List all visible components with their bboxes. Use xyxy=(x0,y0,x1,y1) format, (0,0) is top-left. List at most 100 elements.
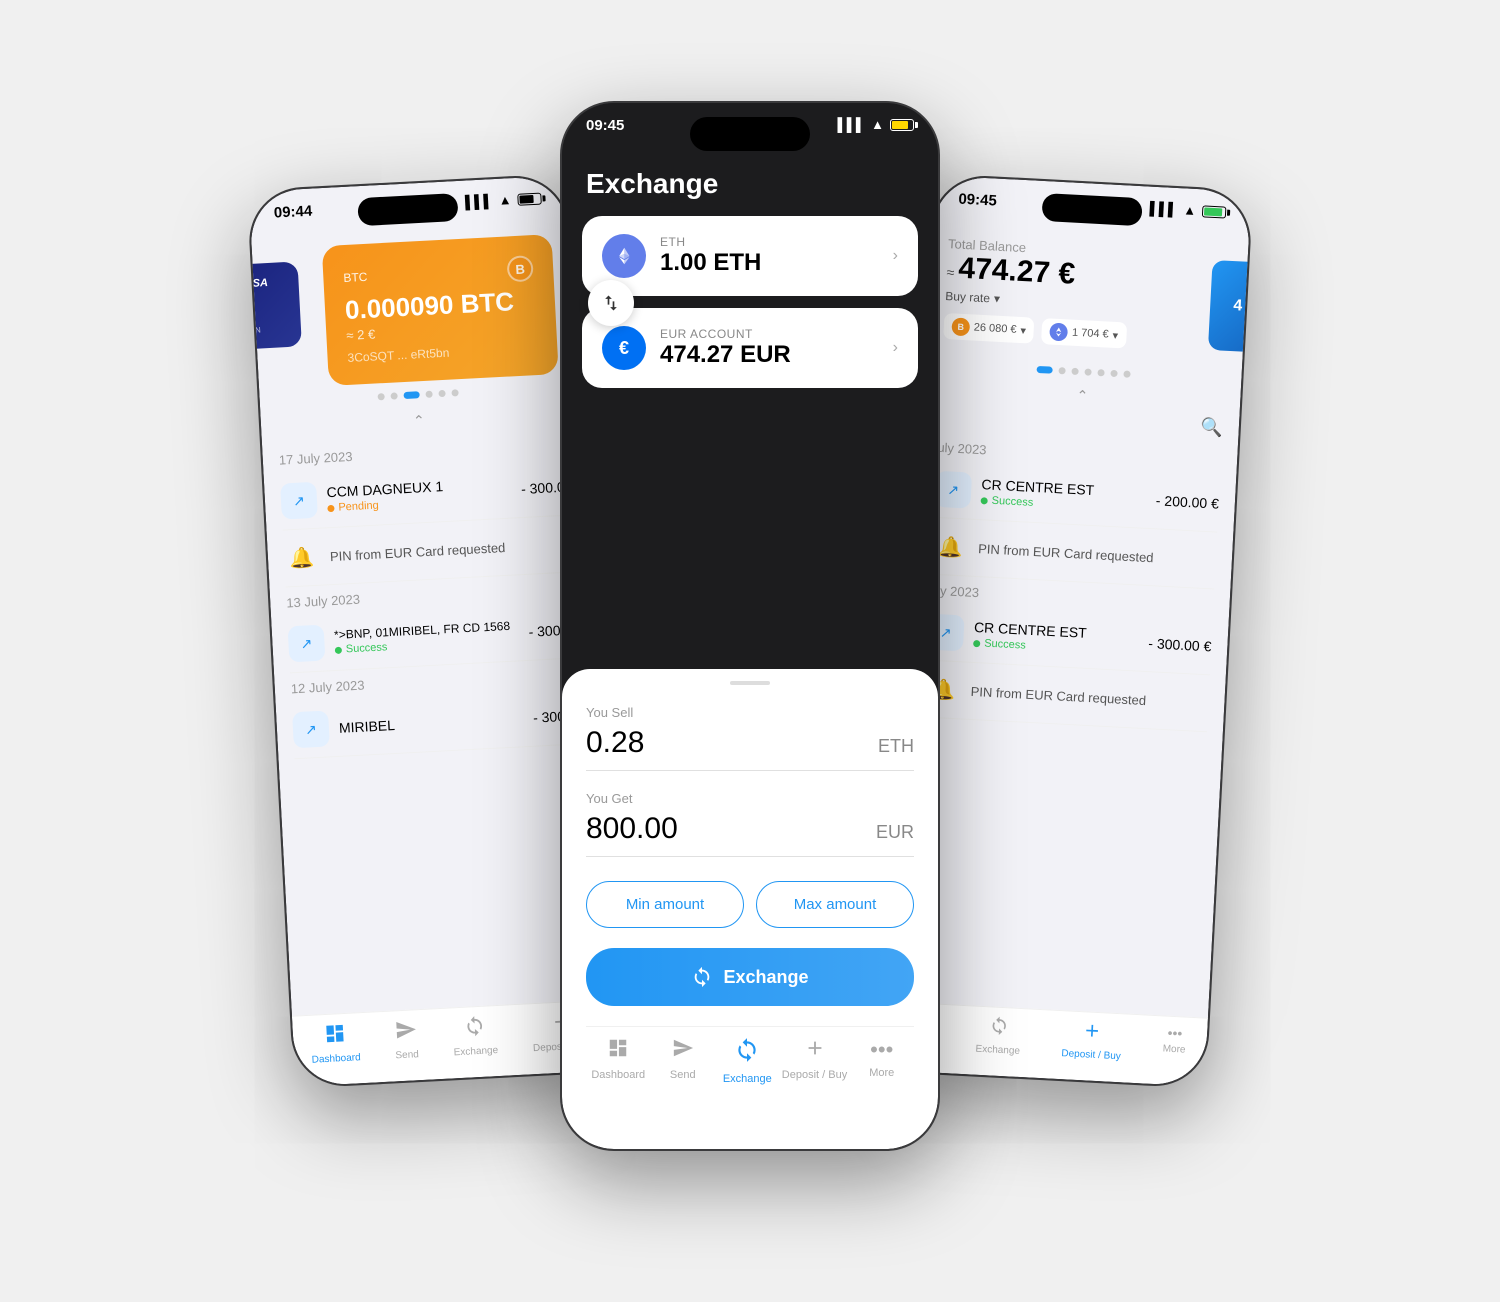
btc-card[interactable]: BTC B 0.000090 BTC ≈ 2 € 3CoSQT ... eRt5… xyxy=(322,234,559,386)
bell-text-1: PIN from EUR Card requested xyxy=(330,539,506,563)
right-dynamic-island xyxy=(1041,193,1142,226)
btc-badge: B xyxy=(507,255,534,282)
right-time: 09:45 xyxy=(958,191,997,210)
battery-right xyxy=(1202,205,1227,218)
dashboard-icon-left xyxy=(323,1022,346,1051)
center-nav-dashboard[interactable]: Dashboard xyxy=(588,1037,648,1085)
eur-card-info: EUR ACCOUNT 474.27 EUR xyxy=(660,327,791,369)
min-amount-btn[interactable]: Min amount xyxy=(586,881,744,928)
left-nav-dashboard[interactable]: Dashboard xyxy=(310,1021,361,1066)
battery-center xyxy=(890,119,914,131)
center-nav-label-send: Send xyxy=(670,1069,696,1081)
eur-value: 474.27 EUR xyxy=(660,341,791,369)
phones-container: 09:44 ▌▌▌ ▲ SA N BTC B xyxy=(300,101,1200,1201)
right-nav-deposit[interactable]: Deposit / Buy xyxy=(1061,1019,1122,1062)
battery-icon xyxy=(517,192,542,205)
tx-status-text-2: Success xyxy=(346,641,388,655)
right-tx-section: uly 2023 ↗ CR CENTRE EST Success - 200.0… xyxy=(907,431,1238,733)
search-icon-right[interactable]: 🔍 xyxy=(1200,417,1223,439)
exchange-title: Exchange xyxy=(586,168,914,200)
left-nav-label-exchange: Exchange xyxy=(453,1045,498,1058)
left-nav-label-send: Send xyxy=(395,1049,419,1061)
eur-icon: € xyxy=(602,326,646,370)
exchange-btn-label: Exchange xyxy=(723,967,808,988)
eth-chevron-down: ▾ xyxy=(1112,328,1118,341)
right-tx-dot-1 xyxy=(981,497,988,504)
center-nav-label-dashboard: Dashboard xyxy=(591,1069,645,1081)
exchange-btn-icon xyxy=(691,966,713,988)
right-nav-label-exchange: Exchange xyxy=(975,1044,1020,1057)
swap-button[interactable] xyxy=(588,280,634,326)
buy-rate-chevron: ▾ xyxy=(994,292,1001,306)
center-nav-label-exchange: Exchange xyxy=(723,1073,772,1085)
left-time: 09:44 xyxy=(273,203,312,222)
left-dynamic-island xyxy=(357,193,458,226)
btc-rate-icon: B xyxy=(951,317,970,336)
tx-info-3: MIRIBEL xyxy=(339,710,524,736)
signal-icon: ▌▌▌ xyxy=(465,193,493,209)
total-balance-value: 474.27 € xyxy=(958,252,1076,292)
swap-btn-wrapper[interactable] xyxy=(588,280,634,326)
visa-label-bottom: N xyxy=(255,324,287,335)
eth-card-left: ETH 1.00 ETH xyxy=(602,234,761,278)
center-nav-label-deposit: Deposit / Buy xyxy=(782,1069,847,1081)
left-nav-label-dashboard: Dashboard xyxy=(311,1052,360,1066)
right-blue-label: 4 xyxy=(1233,297,1243,315)
center-dynamic-island xyxy=(690,117,810,151)
center-phone: 09:45 ▌▌▌ ▲ Exchange xyxy=(560,101,940,1151)
right-tx-info-1: CR CENTRE EST Success xyxy=(980,476,1146,515)
right-nav-label-deposit: Deposit / Buy xyxy=(1061,1048,1121,1062)
right-dot-active xyxy=(1036,366,1052,374)
signal-icon-center: ▌▌▌ xyxy=(837,117,865,132)
btc-label: BTC xyxy=(343,270,368,285)
right-tx-info-2: CR CENTRE EST Success xyxy=(973,619,1139,658)
tx-name-3: MIRIBEL xyxy=(339,710,524,736)
right-dot-5 xyxy=(1097,369,1104,376)
approx-sign: ≈ xyxy=(946,264,955,280)
dashboard-icon-center xyxy=(607,1037,629,1065)
center-nav-deposit[interactable]: Deposit / Buy xyxy=(782,1037,847,1085)
visa-text: SA xyxy=(252,276,285,290)
get-label: You Get xyxy=(586,791,914,806)
right-screen: 4 09:45 ▌▌▌ ▲ Total Balance ≈ 474.27 € xyxy=(889,175,1251,1086)
eth-rate-icon xyxy=(1050,323,1069,342)
center-nav-label-more: More xyxy=(869,1067,894,1079)
home-indicator xyxy=(690,1136,810,1141)
bottom-sheet: You Sell 0.28 ETH You Get 800.00 EUR Min… xyxy=(562,669,938,1149)
right-nav-label-more: More xyxy=(1162,1043,1185,1055)
right-bell-text-1: PIN from EUR Card requested xyxy=(978,541,1154,565)
center-bottom-nav: Dashboard Send Exchange xyxy=(586,1026,914,1113)
bell-icon-1: 🔔 xyxy=(283,539,321,577)
tx-status-dot-2 xyxy=(335,646,342,653)
dot-6 xyxy=(451,389,458,396)
sell-input-row[interactable]: 0.28 ETH xyxy=(586,726,914,771)
right-tx-dot-2 xyxy=(973,639,980,646)
btc-chevron-down: ▾ xyxy=(1020,324,1026,337)
send-icon-center xyxy=(672,1037,694,1065)
exchange-button[interactable]: Exchange xyxy=(586,948,914,1006)
dot-5 xyxy=(438,390,445,397)
tx-amount-1: - 300.0 xyxy=(521,479,565,497)
center-screen: 09:45 ▌▌▌ ▲ Exchange xyxy=(562,103,938,1149)
max-amount-btn[interactable]: Max amount xyxy=(756,881,914,928)
eth-label: ETH xyxy=(660,235,761,249)
center-nav-exchange[interactable]: Exchange xyxy=(717,1037,777,1085)
tx-status-text-1: Pending xyxy=(338,500,379,514)
left-nav-exchange[interactable]: Exchange xyxy=(452,1014,499,1058)
tx-icon-1: ↗ xyxy=(280,482,318,520)
more-icon-right: ••• xyxy=(1167,1025,1183,1042)
wifi-icon-center: ▲ xyxy=(871,117,884,132)
right-nav-exchange[interactable]: Exchange xyxy=(975,1015,1022,1057)
right-nav-more[interactable]: ••• More xyxy=(1162,1024,1187,1065)
wifi-icon: ▲ xyxy=(498,192,512,208)
sell-value: 0.28 xyxy=(586,726,644,760)
get-input-row[interactable]: 800.00 EUR xyxy=(586,812,914,857)
sell-currency: ETH xyxy=(878,736,914,757)
center-nav-more[interactable]: ••• More xyxy=(852,1037,912,1085)
exchange-icon-right xyxy=(988,1015,1009,1042)
left-nav-send[interactable]: Send xyxy=(394,1018,420,1061)
right-dot-2 xyxy=(1058,367,1065,374)
wifi-icon-right: ▲ xyxy=(1183,202,1197,218)
right-dot-7 xyxy=(1123,370,1130,377)
center-nav-send[interactable]: Send xyxy=(653,1037,713,1085)
